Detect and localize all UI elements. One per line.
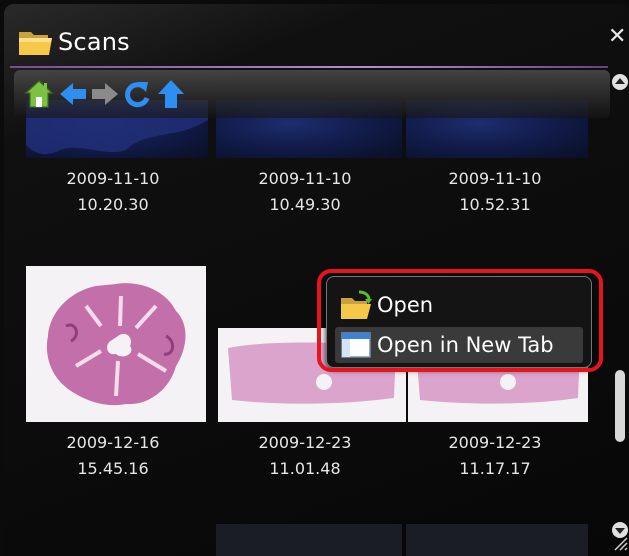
tissue-image [46, 283, 186, 406]
scan-date: 2009-12-23 [258, 433, 352, 452]
title-bar: Scans ✕ [4, 4, 629, 64]
scan-date: 2009-11-10 [448, 169, 542, 188]
scan-caption: 2009-11-10 10.49.30 [210, 166, 400, 218]
close-button[interactable]: ✕ [608, 24, 626, 49]
scan-thumbnail[interactable] [406, 524, 588, 556]
title-divider [10, 66, 608, 68]
back-arrow-icon[interactable] [58, 78, 88, 110]
scrollbar-thumb[interactable] [615, 370, 625, 442]
scan-date: 2009-12-16 [66, 433, 160, 452]
scan-date: 2009-11-10 [258, 169, 352, 188]
scan-caption: 2009-11-10 10.20.30 [18, 166, 208, 218]
forward-arrow-icon[interactable] [90, 78, 120, 110]
resize-grip-icon[interactable] [613, 536, 629, 552]
scan-date: 2009-11-10 [66, 169, 160, 188]
annotation-highlight [317, 269, 603, 372]
scan-caption: 2009-12-16 15.45.16 [18, 430, 208, 482]
scan-thumbnail[interactable] [26, 266, 206, 422]
scrollbar-track[interactable] [616, 94, 622, 524]
navigation-toolbar [14, 70, 610, 118]
scan-caption: 2009-12-23 11.17.17 [400, 430, 590, 482]
scans-window: Scans ✕ 2009-11-10 10.20.30 2009-11-10 1… [4, 4, 629, 556]
scan-time: 10.49.30 [269, 195, 341, 214]
scan-time: 11.17.17 [459, 459, 531, 478]
scan-caption: 2009-12-23 11.01.48 [210, 430, 400, 482]
scan-time: 10.52.31 [459, 195, 531, 214]
window-title: Scans [58, 28, 130, 56]
scan-thumbnail[interactable] [216, 524, 402, 556]
scan-time: 15.45.16 [77, 459, 149, 478]
refresh-icon[interactable] [122, 78, 152, 110]
up-arrow-icon[interactable] [156, 78, 186, 110]
scan-caption: 2009-11-10 10.52.31 [400, 166, 590, 218]
scroll-up-icon[interactable] [610, 72, 629, 92]
scan-time: 11.01.48 [269, 459, 341, 478]
folder-icon [19, 32, 52, 55]
scan-date: 2009-12-23 [448, 433, 542, 452]
home-icon[interactable] [24, 78, 54, 110]
scan-time: 10.20.30 [77, 195, 149, 214]
